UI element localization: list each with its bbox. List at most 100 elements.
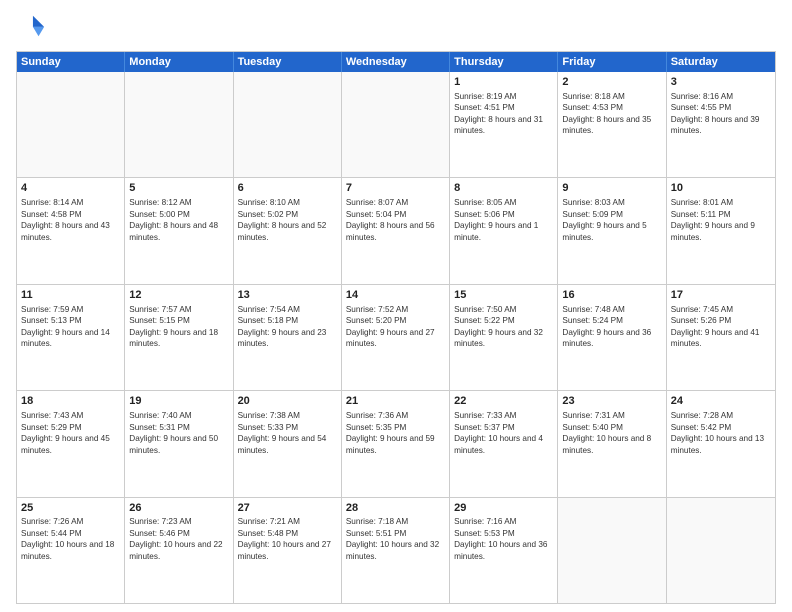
cell-info: Sunrise: 7:28 AM Sunset: 5:42 PM Dayligh… (671, 410, 771, 456)
day-number: 10 (671, 181, 771, 196)
calendar-cell-26: 26Sunrise: 7:23 AM Sunset: 5:46 PM Dayli… (125, 498, 233, 603)
cell-info: Sunrise: 7:52 AM Sunset: 5:20 PM Dayligh… (346, 304, 445, 350)
calendar-cell-3: 3Sunrise: 8:16 AM Sunset: 4:55 PM Daylig… (667, 72, 775, 177)
calendar-cell-18: 18Sunrise: 7:43 AM Sunset: 5:29 PM Dayli… (17, 391, 125, 496)
day-number: 7 (346, 181, 445, 196)
day-number: 16 (562, 288, 661, 303)
day-number: 11 (21, 288, 120, 303)
day-number: 29 (454, 501, 553, 516)
calendar-cell-5: 5Sunrise: 8:12 AM Sunset: 5:00 PM Daylig… (125, 178, 233, 283)
calendar-cell-17: 17Sunrise: 7:45 AM Sunset: 5:26 PM Dayli… (667, 285, 775, 390)
cell-info: Sunrise: 7:18 AM Sunset: 5:51 PM Dayligh… (346, 516, 445, 562)
header-day-wednesday: Wednesday (342, 52, 450, 72)
calendar-cell-empty (125, 72, 233, 177)
calendar-row-0: 1Sunrise: 8:19 AM Sunset: 4:51 PM Daylig… (17, 72, 775, 177)
calendar-body: 1Sunrise: 8:19 AM Sunset: 4:51 PM Daylig… (17, 72, 775, 603)
day-number: 13 (238, 288, 337, 303)
cell-info: Sunrise: 7:21 AM Sunset: 5:48 PM Dayligh… (238, 516, 337, 562)
cell-info: Sunrise: 7:45 AM Sunset: 5:26 PM Dayligh… (671, 304, 771, 350)
calendar-row-4: 25Sunrise: 7:26 AM Sunset: 5:44 PM Dayli… (17, 497, 775, 603)
calendar-row-1: 4Sunrise: 8:14 AM Sunset: 4:58 PM Daylig… (17, 177, 775, 283)
header-day-saturday: Saturday (667, 52, 775, 72)
cell-info: Sunrise: 8:16 AM Sunset: 4:55 PM Dayligh… (671, 91, 771, 137)
calendar-row-3: 18Sunrise: 7:43 AM Sunset: 5:29 PM Dayli… (17, 390, 775, 496)
day-number: 2 (562, 75, 661, 90)
cell-info: Sunrise: 8:01 AM Sunset: 5:11 PM Dayligh… (671, 197, 771, 243)
day-number: 22 (454, 394, 553, 409)
cell-info: Sunrise: 7:26 AM Sunset: 5:44 PM Dayligh… (21, 516, 120, 562)
header-day-monday: Monday (125, 52, 233, 72)
day-number: 1 (454, 75, 553, 90)
calendar-cell-22: 22Sunrise: 7:33 AM Sunset: 5:37 PM Dayli… (450, 391, 558, 496)
cell-info: Sunrise: 7:43 AM Sunset: 5:29 PM Dayligh… (21, 410, 120, 456)
day-number: 8 (454, 181, 553, 196)
day-number: 3 (671, 75, 771, 90)
day-number: 25 (21, 501, 120, 516)
page: SundayMondayTuesdayWednesdayThursdayFrid… (0, 0, 792, 612)
day-number: 24 (671, 394, 771, 409)
day-number: 4 (21, 181, 120, 196)
cell-info: Sunrise: 7:40 AM Sunset: 5:31 PM Dayligh… (129, 410, 228, 456)
cell-info: Sunrise: 7:57 AM Sunset: 5:15 PM Dayligh… (129, 304, 228, 350)
cell-info: Sunrise: 8:03 AM Sunset: 5:09 PM Dayligh… (562, 197, 661, 243)
day-number: 15 (454, 288, 553, 303)
day-number: 27 (238, 501, 337, 516)
calendar-cell-empty (234, 72, 342, 177)
calendar-cell-29: 29Sunrise: 7:16 AM Sunset: 5:53 PM Dayli… (450, 498, 558, 603)
day-number: 17 (671, 288, 771, 303)
calendar-header: SundayMondayTuesdayWednesdayThursdayFrid… (17, 52, 775, 72)
calendar-cell-15: 15Sunrise: 7:50 AM Sunset: 5:22 PM Dayli… (450, 285, 558, 390)
calendar-cell-1: 1Sunrise: 8:19 AM Sunset: 4:51 PM Daylig… (450, 72, 558, 177)
day-number: 18 (21, 394, 120, 409)
cell-info: Sunrise: 8:12 AM Sunset: 5:00 PM Dayligh… (129, 197, 228, 243)
cell-info: Sunrise: 7:36 AM Sunset: 5:35 PM Dayligh… (346, 410, 445, 456)
calendar-cell-13: 13Sunrise: 7:54 AM Sunset: 5:18 PM Dayli… (234, 285, 342, 390)
calendar-cell-11: 11Sunrise: 7:59 AM Sunset: 5:13 PM Dayli… (17, 285, 125, 390)
day-number: 28 (346, 501, 445, 516)
calendar-cell-19: 19Sunrise: 7:40 AM Sunset: 5:31 PM Dayli… (125, 391, 233, 496)
calendar-cell-12: 12Sunrise: 7:57 AM Sunset: 5:15 PM Dayli… (125, 285, 233, 390)
cell-info: Sunrise: 7:50 AM Sunset: 5:22 PM Dayligh… (454, 304, 553, 350)
calendar-cell-empty (667, 498, 775, 603)
calendar-cell-10: 10Sunrise: 8:01 AM Sunset: 5:11 PM Dayli… (667, 178, 775, 283)
cell-info: Sunrise: 8:19 AM Sunset: 4:51 PM Dayligh… (454, 91, 553, 137)
day-number: 23 (562, 394, 661, 409)
calendar-cell-28: 28Sunrise: 7:18 AM Sunset: 5:51 PM Dayli… (342, 498, 450, 603)
calendar: SundayMondayTuesdayWednesdayThursdayFrid… (16, 51, 776, 604)
cell-info: Sunrise: 8:07 AM Sunset: 5:04 PM Dayligh… (346, 197, 445, 243)
cell-info: Sunrise: 7:23 AM Sunset: 5:46 PM Dayligh… (129, 516, 228, 562)
logo-icon (18, 12, 46, 40)
cell-info: Sunrise: 7:48 AM Sunset: 5:24 PM Dayligh… (562, 304, 661, 350)
header-day-sunday: Sunday (17, 52, 125, 72)
cell-info: Sunrise: 7:33 AM Sunset: 5:37 PM Dayligh… (454, 410, 553, 456)
calendar-cell-4: 4Sunrise: 8:14 AM Sunset: 4:58 PM Daylig… (17, 178, 125, 283)
calendar-cell-7: 7Sunrise: 8:07 AM Sunset: 5:04 PM Daylig… (342, 178, 450, 283)
calendar-cell-16: 16Sunrise: 7:48 AM Sunset: 5:24 PM Dayli… (558, 285, 666, 390)
day-number: 26 (129, 501, 228, 516)
cell-info: Sunrise: 8:10 AM Sunset: 5:02 PM Dayligh… (238, 197, 337, 243)
cell-info: Sunrise: 8:05 AM Sunset: 5:06 PM Dayligh… (454, 197, 553, 243)
calendar-row-2: 11Sunrise: 7:59 AM Sunset: 5:13 PM Dayli… (17, 284, 775, 390)
header-day-tuesday: Tuesday (234, 52, 342, 72)
calendar-cell-23: 23Sunrise: 7:31 AM Sunset: 5:40 PM Dayli… (558, 391, 666, 496)
header (16, 12, 776, 45)
calendar-cell-2: 2Sunrise: 8:18 AM Sunset: 4:53 PM Daylig… (558, 72, 666, 177)
calendar-cell-21: 21Sunrise: 7:36 AM Sunset: 5:35 PM Dayli… (342, 391, 450, 496)
day-number: 19 (129, 394, 228, 409)
header-day-friday: Friday (558, 52, 666, 72)
cell-info: Sunrise: 8:14 AM Sunset: 4:58 PM Dayligh… (21, 197, 120, 243)
calendar-cell-9: 9Sunrise: 8:03 AM Sunset: 5:09 PM Daylig… (558, 178, 666, 283)
calendar-cell-25: 25Sunrise: 7:26 AM Sunset: 5:44 PM Dayli… (17, 498, 125, 603)
cell-info: Sunrise: 8:18 AM Sunset: 4:53 PM Dayligh… (562, 91, 661, 137)
logo (16, 12, 46, 45)
calendar-cell-6: 6Sunrise: 8:10 AM Sunset: 5:02 PM Daylig… (234, 178, 342, 283)
day-number: 14 (346, 288, 445, 303)
calendar-cell-8: 8Sunrise: 8:05 AM Sunset: 5:06 PM Daylig… (450, 178, 558, 283)
day-number: 6 (238, 181, 337, 196)
calendar-cell-empty (342, 72, 450, 177)
calendar-cell-24: 24Sunrise: 7:28 AM Sunset: 5:42 PM Dayli… (667, 391, 775, 496)
calendar-cell-14: 14Sunrise: 7:52 AM Sunset: 5:20 PM Dayli… (342, 285, 450, 390)
day-number: 5 (129, 181, 228, 196)
day-number: 20 (238, 394, 337, 409)
cell-info: Sunrise: 7:54 AM Sunset: 5:18 PM Dayligh… (238, 304, 337, 350)
